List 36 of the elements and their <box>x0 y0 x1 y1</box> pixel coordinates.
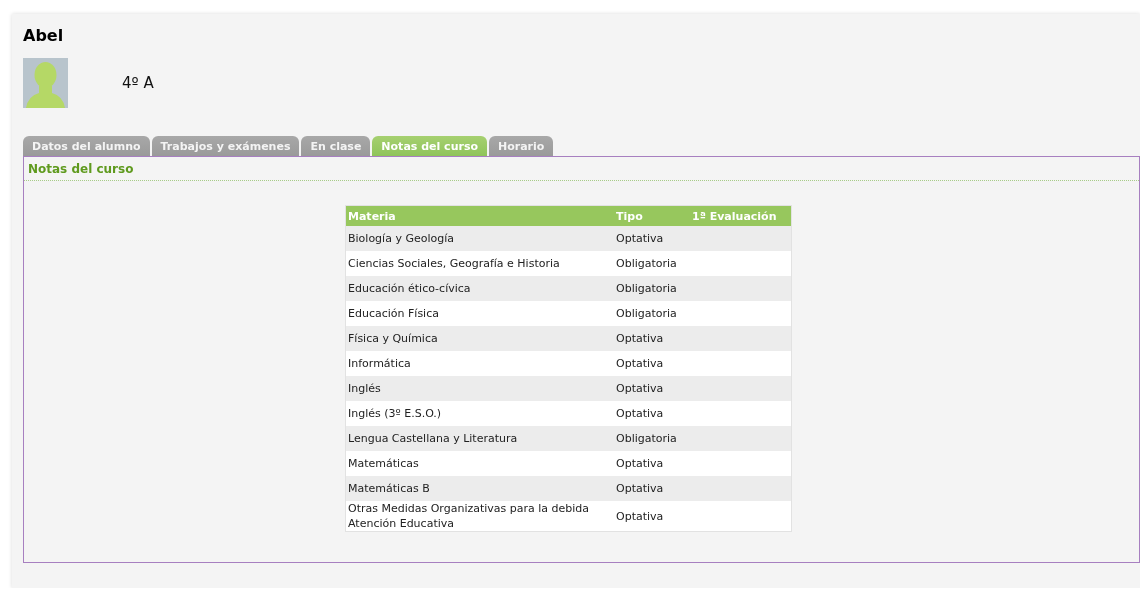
table-cell: Optativa <box>614 476 690 501</box>
table-cell: Optativa <box>614 226 690 251</box>
tab[interactable]: Notas del curso <box>372 136 487 156</box>
table-cell: Educación Física <box>345 301 614 326</box>
column-header: Materia <box>345 205 614 226</box>
table-cell: Inglés <box>345 376 614 401</box>
table-cell: Informática <box>345 351 614 376</box>
table-cell: Lengua Castellana y Literatura <box>345 426 614 451</box>
table-cell: Obligatoria <box>614 276 690 301</box>
table-cell: Física y Química <box>345 326 614 351</box>
table-cell: Ciencias Sociales, Geografía e Historia <box>345 251 614 276</box>
table-cell: Educación ético-cívica <box>345 276 614 301</box>
avatar-icon <box>23 58 68 108</box>
table-cell: Optativa <box>614 326 690 351</box>
table-cell: Optativa <box>614 376 690 401</box>
group-label: 4º A <box>122 74 154 92</box>
table-cell: Obligatoria <box>614 251 690 276</box>
table-cell: Matemáticas <box>345 451 614 476</box>
tab[interactable]: Horario <box>489 136 554 156</box>
table-cell: Otras Medidas Organizativas para la debida Atención Educativa <box>345 501 614 532</box>
table-cell: Optativa <box>614 501 690 532</box>
student-name: Abel <box>23 26 65 47</box>
tab[interactable]: Datos del alumno <box>23 136 150 156</box>
column-header: Tipo <box>614 205 690 226</box>
table-cell: Inglés (3º E.S.O.) <box>345 401 614 426</box>
column-header: 1ª Evaluación <box>690 205 792 226</box>
table-cell: Matemáticas B <box>345 476 614 501</box>
table-cell: Optativa <box>614 451 690 476</box>
table-cell: Optativa <box>614 401 690 426</box>
table-cell: Biología y Geología <box>345 226 614 251</box>
tab[interactable]: En clase <box>301 136 371 156</box>
panel-title: Notas del curso <box>24 157 1139 181</box>
table-cell: Obligatoria <box>614 426 690 451</box>
tab[interactable]: Trabajos y exámenes <box>151 136 300 156</box>
table-cell: Optativa <box>614 351 690 376</box>
table-cell: Obligatoria <box>614 301 690 326</box>
